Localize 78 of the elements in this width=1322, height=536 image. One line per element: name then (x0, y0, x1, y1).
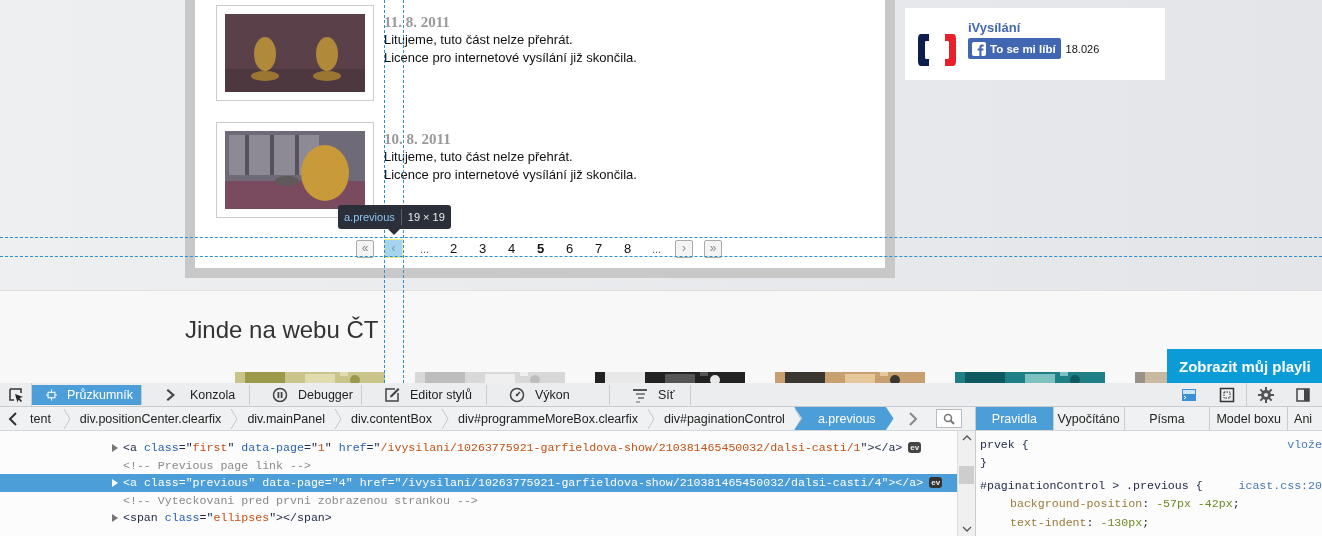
inspector-icon (46, 387, 57, 403)
css-declaration[interactable]: text-indent: -130px; (980, 513, 1322, 532)
pencil-icon (384, 387, 400, 403)
page-link[interactable]: 5 (526, 241, 555, 256)
search-icon (942, 412, 955, 425)
page-link[interactable]: 3 (468, 241, 497, 256)
bars-icon (632, 387, 648, 403)
episode-message: Licence pro internetové vysílání již skončila. (384, 49, 637, 67)
breadcrumb[interactable]: div.mainPanel (238, 407, 334, 430)
like-count: 18.026 (1065, 42, 1100, 55)
separator-icon (333, 407, 342, 430)
search-button[interactable] (935, 409, 962, 428)
devtools-tab[interactable]: Editor stylů (362, 385, 487, 405)
separator-icon (441, 407, 450, 430)
frame-icon (1219, 386, 1235, 403)
settings-icon (1257, 386, 1274, 403)
next-page-button[interactable]: › (675, 239, 693, 258)
selected-row-highlight[interactable]: <a class="previous" data-page="4" href="/ivysilani/10263775921-garfieldova-show/210381465450032/dalsi-casti/4"></a> ev (0, 474, 957, 492)
pagination-ellipsis: ... (650, 242, 663, 255)
page-name-link[interactable]: iVysílání (968, 20, 1100, 36)
event-badge[interactable]: ev (908, 442, 922, 454)
chevron-left-icon (8, 411, 18, 426)
devtools-tab[interactable]: Výkon (487, 385, 610, 405)
event-badge[interactable]: ev (929, 477, 943, 489)
facebook-icon (972, 41, 986, 56)
separator-icon (647, 407, 655, 430)
expand-triangle-icon[interactable] (112, 513, 118, 522)
chevron-right-icon (907, 411, 918, 426)
html-comment[interactable]: <!-- Previous page link --> (123, 458, 311, 472)
page-link[interactable]: 6 (555, 241, 584, 256)
html-comment[interactable]: <!-- Vyteckovani pred prvni zobrazenou strankou --> (123, 493, 478, 507)
episode-date: 11. 8. 2011 (384, 14, 451, 31)
separator-icon (230, 407, 239, 430)
sidebar-tab[interactable]: Písma (1124, 407, 1211, 430)
size-label: 19 × 19 (406, 211, 445, 223)
devtools-tab[interactable]: Konzola (142, 385, 250, 405)
devtools-tab[interactable]: Debugger (250, 385, 362, 405)
css-declaration[interactable]: background-position: -57px -42px; (980, 494, 1322, 513)
console-icon (1181, 386, 1197, 403)
sidebar-tab[interactable]: Ani (1288, 407, 1322, 430)
css-brace: } (980, 456, 987, 470)
stylesheet-link[interactable]: vlože (1287, 437, 1322, 451)
selector-label: a.previous (344, 209, 402, 225)
css-selector: #paginationControl > .previous { (980, 478, 1203, 492)
gauge-icon (509, 387, 525, 403)
breadcrumb[interactable]: div#paginationControl (655, 407, 794, 430)
page-link[interactable]: 2 (439, 241, 468, 256)
scroll-down-icon (961, 526, 972, 532)
breadcrumb[interactable]: div#programmeMoreBox.clearfix (449, 407, 647, 430)
dock-icon (1295, 386, 1311, 403)
pagination-ellipsis: ... (418, 242, 431, 255)
devtools-tab[interactable]: Síť (610, 385, 691, 405)
separator-icon (62, 407, 71, 430)
pointer-icon (7, 386, 24, 403)
episode-message: Litujeme, tuto část nelze přehrát. (384, 31, 574, 49)
scroll-up-icon (961, 435, 972, 441)
channel-logo-icon (917, 33, 957, 67)
like-button[interactable]: To se mi líbí (968, 38, 1061, 59)
scrollbar-thumb[interactable] (959, 466, 974, 484)
breadcrumb[interactable]: div.contentBox (341, 407, 442, 430)
section-heading: Jinde na webu ČT (185, 315, 379, 345)
breadcrumb[interactable]: div.positionCenter.clearfix (70, 407, 231, 430)
html-tag[interactable]: <span class="ellipses"></span> (123, 511, 332, 525)
page-link[interactable]: 8 (613, 241, 642, 256)
breadcrumb[interactable]: tent (26, 407, 63, 430)
episode-date: 10. 8. 2011 (384, 131, 452, 148)
sidebar-tab[interactable]: Vypočítáno (1053, 407, 1125, 430)
pause-icon (272, 387, 288, 403)
scrollbar[interactable] (958, 431, 975, 536)
expand-triangle-icon[interactable] (112, 443, 118, 452)
page-link[interactable]: 7 (584, 241, 613, 256)
html-tag[interactable]: <a class="first" data-page="1" href="/ivysilani/10263775921-garfieldova-show/210381465450032/dalsi-casti/1"></a> (123, 441, 903, 455)
episode-message: Licence pro internetové vysílání již skončila. (384, 166, 637, 184)
episode-message: Litujeme, tuto část nelze přehrát. (384, 148, 574, 166)
css-selector: prvek { (980, 437, 1029, 451)
stylesheet-link[interactable]: icast.css:20 (1238, 478, 1322, 492)
page-link[interactable]: 4 (497, 241, 526, 256)
sidebar-tab[interactable]: Model boxu (1210, 407, 1289, 430)
